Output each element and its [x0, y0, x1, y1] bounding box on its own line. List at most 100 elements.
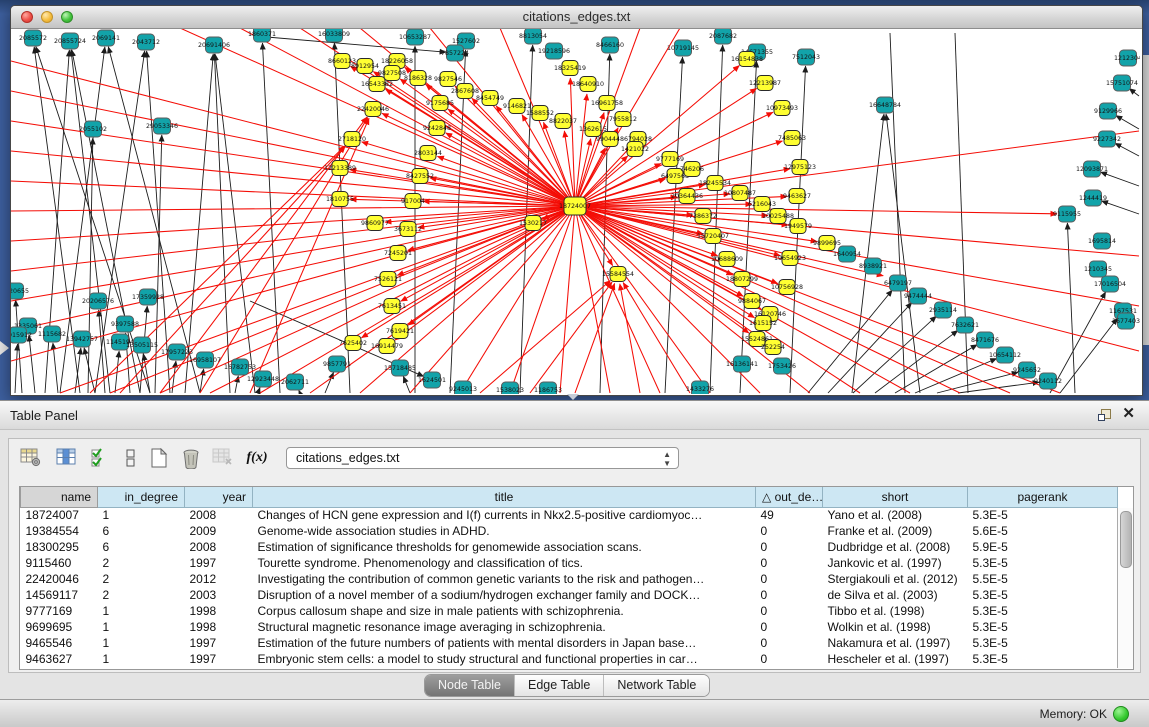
window-titlebar[interactable]: citations_edges.txt [11, 6, 1142, 29]
graph-node[interactable]: 1695814 [1088, 233, 1116, 249]
network-window[interactable]: citations_edges.txt 18724007 2085572 20855… [10, 5, 1143, 396]
graph-node[interactable]: 17016504 [1094, 276, 1126, 292]
graph-node[interactable]: 20855724 [54, 33, 86, 49]
graph-node[interactable]: 7955812 [609, 112, 637, 127]
table-row[interactable]: 1830029562008Estimation of significance … [21, 539, 1118, 555]
graph-node[interactable]: 2867608 [451, 84, 479, 99]
graph-node[interactable]: 1244419 [1079, 190, 1107, 206]
graph-node[interactable]: 1810755 [326, 192, 354, 207]
graph-edge[interactable] [11, 91, 575, 206]
graph-node[interactable]: 19654923 [774, 251, 806, 266]
column-header-title[interactable]: title [253, 487, 756, 507]
graph-edge[interactable] [215, 54, 255, 393]
graph-node[interactable]: 16136141 [726, 356, 758, 372]
graph-edge[interactable] [480, 281, 610, 393]
graph-node[interactable]: 1538023 [496, 382, 524, 394]
graph-node[interactable]: 8466160 [596, 37, 624, 53]
graph-edge[interactable] [460, 206, 575, 393]
graph-node[interactable]: 1640954 [833, 246, 861, 262]
table-scrollbar-thumb[interactable] [1120, 511, 1132, 568]
graph-node[interactable]: 8186328 [404, 71, 432, 86]
table-row[interactable]: 2242004622012Investigating the contribut… [21, 571, 1118, 587]
graph-node[interactable]: 15751074 [1106, 75, 1138, 91]
graph-edge[interactable] [1116, 116, 1139, 129]
graph-edge[interactable] [258, 387, 260, 393]
graph-edge[interactable] [890, 33, 905, 393]
graph-node[interactable]: 10654112 [989, 347, 1021, 363]
graph-node[interactable]: 7526121 [374, 272, 402, 287]
graph-edge[interactable] [1115, 143, 1139, 156]
graph-edge[interactable] [575, 131, 1139, 206]
delete-column-button[interactable] [177, 445, 205, 471]
graph-node[interactable]: 18325419 [554, 61, 586, 76]
graph-node[interactable]: 20691406 [198, 37, 230, 53]
graph-node[interactable]: 917004 [401, 194, 425, 209]
tab-network-table[interactable]: Network Table [603, 675, 709, 696]
graph-edge[interactable] [937, 372, 1018, 393]
float-panel-icon[interactable] [1098, 409, 1111, 421]
graph-edge[interactable] [408, 206, 575, 325]
graph-node[interactable]: 9115955 [1053, 206, 1081, 222]
graph-edge[interactable] [214, 54, 230, 393]
graph-node[interactable]: 15718485 [384, 360, 416, 376]
graph-node[interactable]: 15584554 [602, 267, 634, 282]
graph-node[interactable]: 12975123 [784, 160, 816, 175]
table-row[interactable]: 946554611997Estimation of the future num… [21, 635, 1118, 651]
graph-node[interactable]: 2043712 [132, 34, 160, 50]
graph-node[interactable]: 18640910 [572, 77, 604, 92]
citation-network-graph[interactable]: 1872400720855722085572420691412043712206… [11, 29, 1140, 394]
graph-edge[interactable] [11, 206, 575, 211]
graph-node[interactable]: 18724007 [559, 197, 591, 215]
graph-node[interactable]: 9240112 [1034, 373, 1062, 389]
graph-edge[interactable] [575, 206, 1139, 351]
graph-edge[interactable] [560, 206, 575, 393]
graph-edge[interactable] [120, 146, 345, 393]
table-options-button[interactable] [17, 445, 45, 471]
graph-edge[interactable] [575, 139, 591, 206]
graph-node[interactable]: 1186753 [534, 382, 562, 394]
graph-node[interactable]: 9474444 [904, 288, 932, 304]
memory-status-button[interactable] [1113, 706, 1129, 722]
graph-node[interactable]: 1433276 [686, 381, 714, 394]
table-selector-dropdown[interactable]: citations_edges.txt ▲▼ [286, 447, 679, 469]
graph-node[interactable]: 7512043 [792, 49, 820, 65]
new-column-button[interactable] [145, 445, 173, 471]
graph-edge[interactable] [1129, 88, 1139, 96]
graph-edge[interactable] [200, 118, 368, 393]
graph-edge[interactable] [853, 316, 936, 393]
graph-node[interactable]: 7386372 [689, 209, 717, 224]
graph-node[interactable]: 16914479 [371, 339, 403, 354]
graph-edge[interactable] [11, 206, 575, 301]
column-header-out_de[interactable]: △ out_de… [756, 487, 823, 507]
graph-edge[interactable] [299, 390, 300, 393]
graph-node[interactable]: 9899695 [813, 236, 841, 251]
graph-node[interactable]: 1949579 [784, 219, 812, 234]
row-options-button[interactable] [117, 445, 145, 471]
graph-edge[interactable] [1060, 318, 1118, 393]
graph-node[interactable]: 2085572 [19, 30, 47, 46]
network-view-canvas[interactable]: 1872400720855722085572420691412043712206… [11, 29, 1140, 394]
graph-edge[interactable] [828, 303, 912, 393]
graph-node[interactable]: 18245534 [699, 176, 731, 191]
column-select-button[interactable] [87, 445, 115, 471]
graph-node[interactable]: 2935114 [929, 302, 957, 318]
graph-node[interactable]: 9857791 [323, 356, 351, 372]
graph-edge[interactable] [84, 348, 95, 393]
graph-node[interactable]: 16648784 [869, 97, 901, 113]
graph-node[interactable]: 16033809 [318, 29, 350, 42]
graph-node[interactable]: 7632621 [951, 317, 979, 333]
graph-node[interactable]: 12213389 [324, 161, 356, 176]
graph-node[interactable]: 12213987 [749, 76, 781, 91]
graph-node[interactable]: 2803144 [414, 146, 442, 161]
graph-edge[interactable] [1100, 172, 1139, 186]
column-header-name[interactable]: name [21, 487, 98, 507]
column-header-year[interactable]: year [185, 487, 253, 507]
graph-node[interactable]: 9245013 [449, 381, 477, 394]
graph-node[interactable]: 16961758 [591, 96, 623, 111]
graph-edge[interactable] [53, 343, 58, 393]
graph-edge[interactable] [90, 146, 345, 393]
graph-node[interactable]: 2087682 [709, 29, 737, 44]
column-visibility-button[interactable] [53, 445, 81, 471]
graph-edge[interactable] [403, 376, 410, 393]
graph-edge[interactable] [143, 354, 150, 393]
